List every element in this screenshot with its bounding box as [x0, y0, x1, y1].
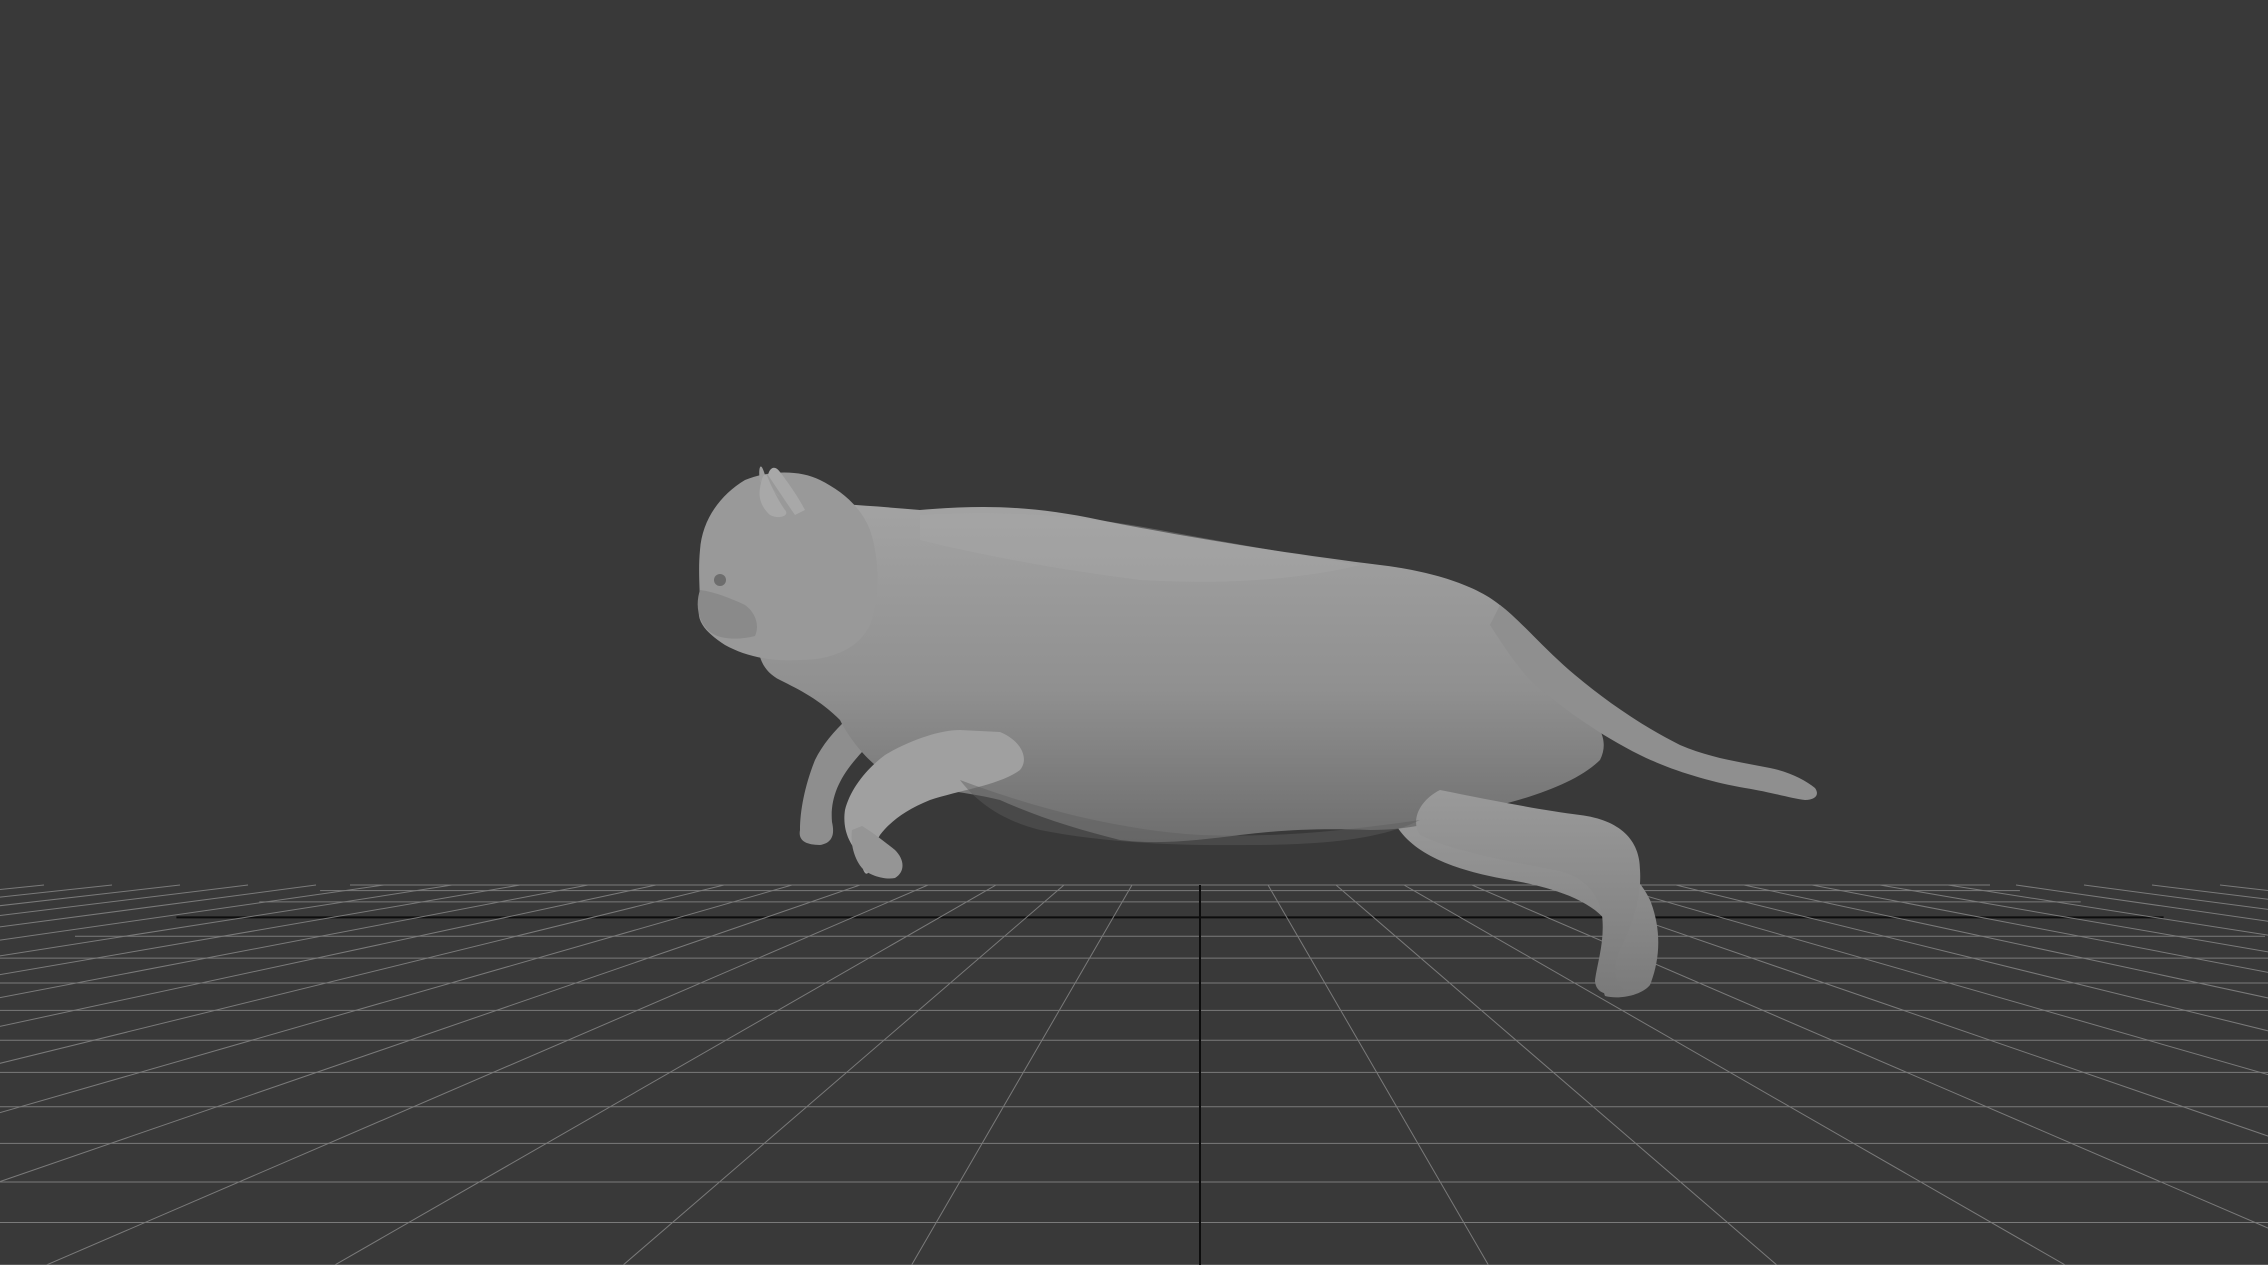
cat-eye	[714, 574, 726, 586]
3d-viewport[interactable]	[0, 0, 2268, 1265]
viewport-canvas[interactable]	[0, 0, 2268, 1265]
